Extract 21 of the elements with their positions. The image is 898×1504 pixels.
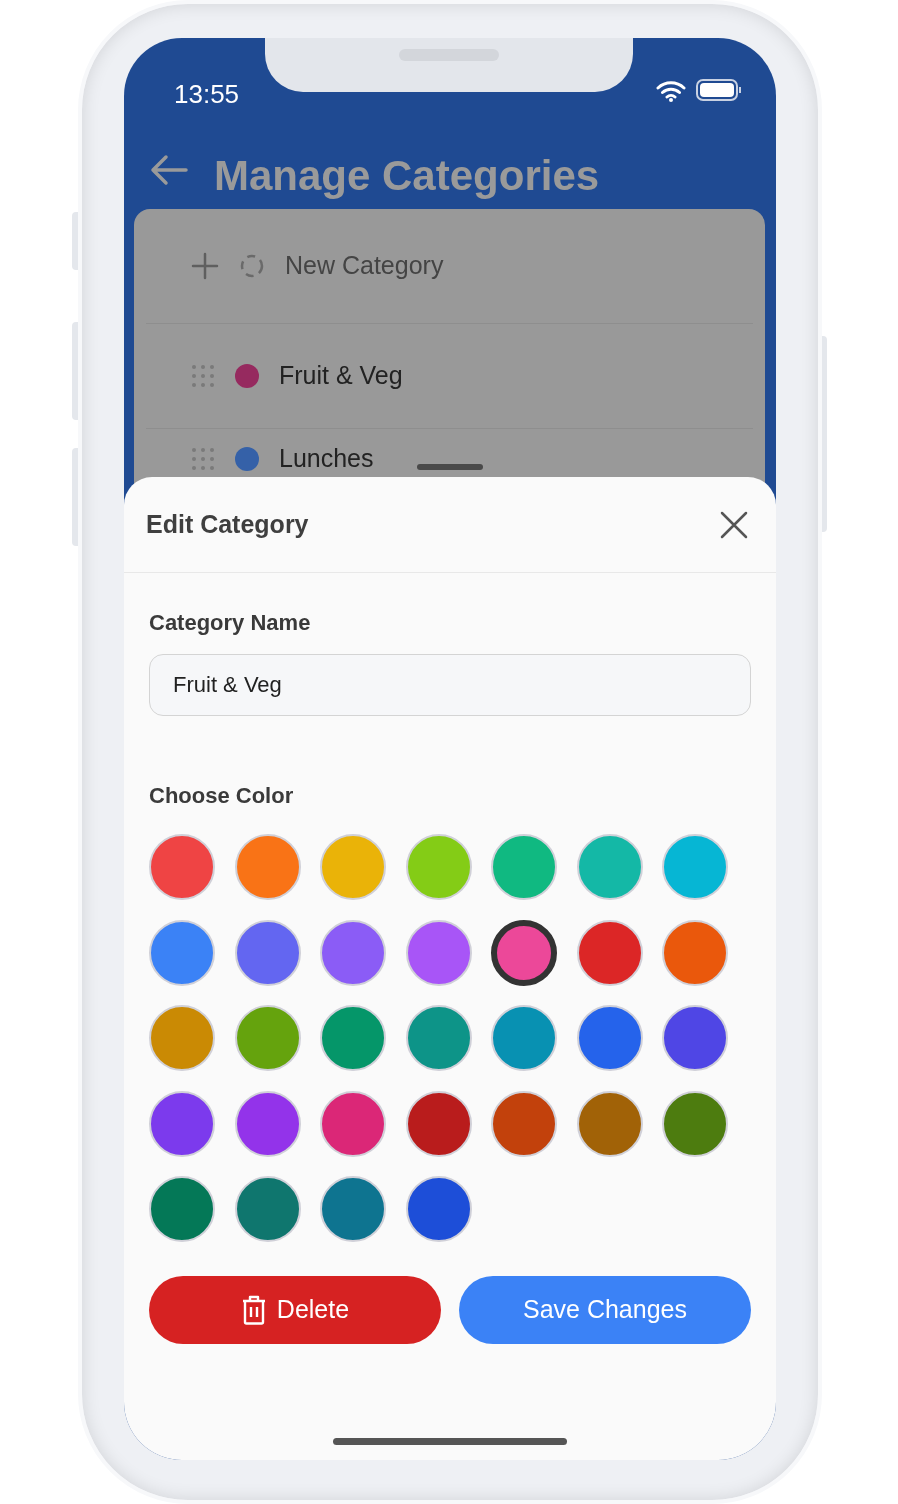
- sheet-grabber: [417, 464, 483, 470]
- close-icon[interactable]: [720, 510, 748, 539]
- new-category-label[interactable]: New Category: [285, 247, 444, 285]
- delete-button[interactable]: Delete: [149, 1276, 441, 1344]
- save-changes-button[interactable]: Save Changes: [459, 1276, 751, 1344]
- category-name[interactable]: Lunches: [279, 440, 374, 478]
- page-title: Manage Categories: [214, 151, 600, 201]
- plus-icon[interactable]: [191, 252, 219, 280]
- section-label: Choose Color: [149, 782, 295, 810]
- dashed-circle-icon: [239, 253, 265, 279]
- category-name-field[interactable]: Fruit & Veg: [149, 654, 751, 716]
- trash-icon: [240, 1295, 267, 1325]
- status-time: 13:55: [174, 78, 240, 111]
- sheet-title: Edit Category: [146, 508, 309, 540]
- category-name[interactable]: Fruit & Veg: [279, 357, 403, 395]
- back-arrow-icon[interactable]: [150, 154, 188, 186]
- drag-handle-icon[interactable]: [191, 364, 215, 388]
- wifi-icon: [656, 80, 686, 102]
- drag-handle-icon[interactable]: [191, 447, 215, 471]
- battery-icon: [696, 79, 742, 101]
- field-label: Category Name: [149, 609, 312, 637]
